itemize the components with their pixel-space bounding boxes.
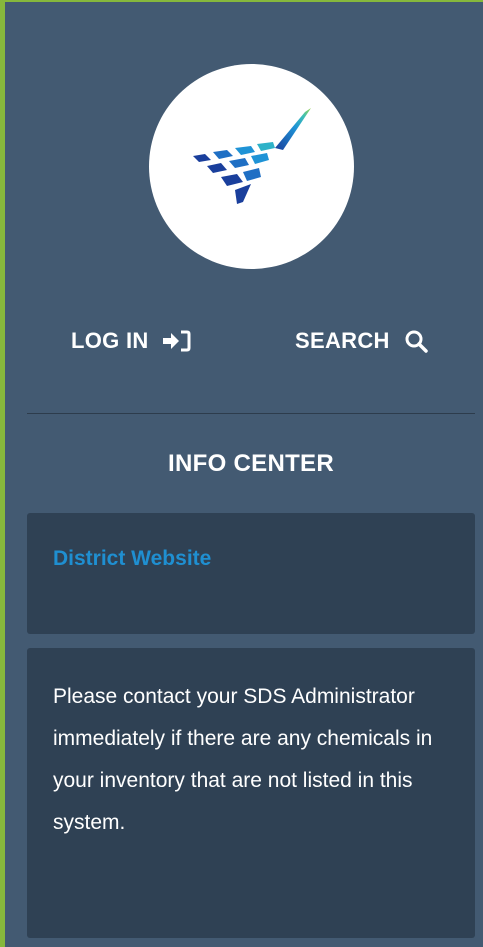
district-link-card: District Website — [27, 513, 475, 634]
logo — [149, 64, 354, 269]
info-center-title: INFO CENTER — [168, 450, 334, 477]
notice-card: Please contact your SDS Administrator im… — [27, 648, 475, 938]
search-icon — [405, 330, 428, 353]
district-website-link[interactable]: District Website — [53, 547, 211, 571]
sign-in-icon — [162, 330, 191, 352]
search-link[interactable]: SEARCH — [295, 324, 428, 358]
login-label: LOG IN — [71, 328, 149, 353]
search-label: SEARCH — [295, 328, 390, 353]
login-link[interactable]: LOG IN — [71, 324, 191, 358]
sidebar-panel: LOG IN SEARCH INFO CENTER District Websi… — [0, 0, 483, 947]
divider — [27, 413, 475, 414]
checkmark-logo-icon — [193, 108, 311, 204]
notice-text: Please contact your SDS Administrator im… — [53, 685, 433, 834]
